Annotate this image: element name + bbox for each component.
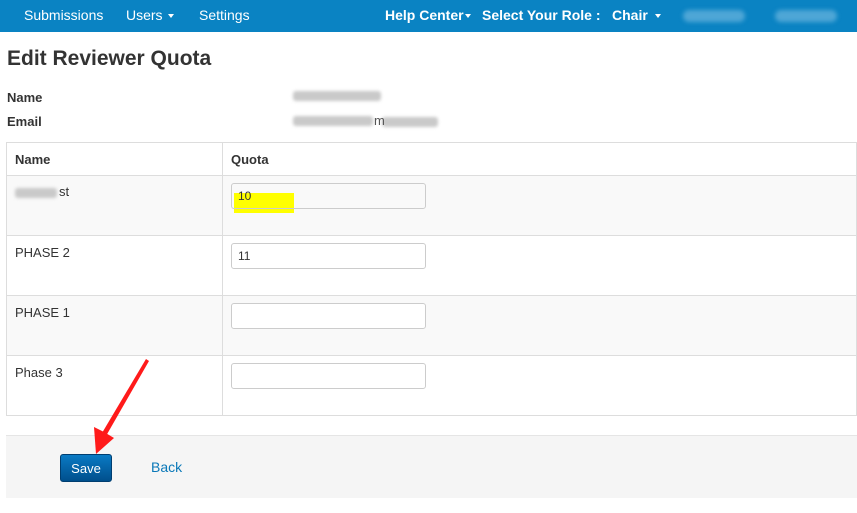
nav-settings[interactable]: Settings	[199, 7, 250, 23]
column-header-quota: Quota	[222, 142, 857, 176]
account-menu-redacted[interactable]	[775, 10, 837, 22]
chevron-down-icon	[654, 14, 661, 19]
column-header-name: Name	[6, 142, 223, 176]
reviewer-email-redacted	[293, 116, 373, 126]
table-row: Phase 3	[6, 355, 857, 416]
row-name: st	[15, 176, 222, 206]
nav-users-label: Users	[126, 7, 163, 23]
table-row: st	[6, 175, 857, 236]
nav-submissions[interactable]: Submissions	[24, 7, 103, 23]
chevron-down-icon	[464, 14, 471, 19]
user-menu-redacted[interactable]	[683, 10, 745, 22]
email-label: Email	[7, 114, 42, 129]
quota-table: Name Quota st PHASE 2 PHASE 1	[6, 142, 857, 416]
row-name-cell: PHASE 1	[6, 295, 223, 356]
quota-input-row-3[interactable]	[231, 303, 426, 329]
row-name-cell: st	[6, 175, 223, 236]
quota-input-row-1[interactable]	[231, 183, 426, 209]
row-name-redacted	[15, 188, 57, 198]
quota-input-row-4[interactable]	[231, 363, 426, 389]
row-quota-cell	[222, 295, 857, 356]
save-button[interactable]: Save	[60, 454, 112, 482]
role-value: Chair	[612, 7, 648, 23]
row-quota-cell	[222, 235, 857, 296]
chevron-down-icon	[167, 14, 174, 19]
nav-help-center-dropdown[interactable]: Help Center	[385, 7, 471, 23]
row-name: PHASE 1	[15, 305, 70, 320]
table-row: PHASE 1	[6, 295, 857, 356]
row-name-cell: Phase 3	[6, 355, 223, 416]
row-name-visible: st	[59, 184, 70, 199]
name-label: Name	[7, 90, 43, 105]
nav-help-center-label: Help Center	[385, 7, 464, 23]
table-header-row: Name Quota	[6, 142, 857, 176]
row-name: Phase 3	[15, 365, 63, 380]
form-actions: Save Back	[6, 435, 857, 498]
page-title: Edit Reviewer Quota	[7, 47, 212, 70]
select-role-label: Select Your Role :	[482, 7, 601, 23]
role-dropdown[interactable]: Chair	[612, 7, 661, 23]
quota-input-row-2[interactable]	[231, 243, 426, 269]
row-name-cell: PHASE 2	[6, 235, 223, 296]
back-link[interactable]: Back	[151, 459, 182, 475]
nav-users-dropdown[interactable]: Users	[126, 7, 174, 23]
row-quota-cell	[222, 355, 857, 416]
quota-input-wrapper	[223, 183, 856, 213]
top-navbar: Submissions Users Settings Help Center S…	[0, 0, 857, 32]
reviewer-email-tail: m	[374, 113, 385, 128]
reviewer-name-redacted	[293, 91, 381, 101]
row-quota-cell	[222, 175, 857, 236]
reviewer-email-domain-redacted	[382, 117, 438, 127]
table-row: PHASE 2	[6, 235, 857, 296]
row-name: PHASE 2	[15, 245, 70, 260]
